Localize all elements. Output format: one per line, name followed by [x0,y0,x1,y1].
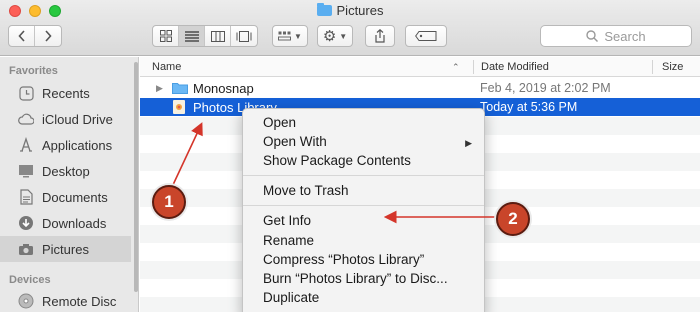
sort-chevron-icon: ⌃ [452,62,460,72]
column-header: Name ⌃ Date Modified Size [140,57,700,77]
menu-item-compress[interactable]: Compress “Photos Library” [263,252,424,267]
sidebar-item-label: Documents [42,189,108,205]
column-view-button[interactable] [205,26,231,46]
gallery-view-button[interactable] [231,26,257,46]
action-menu-button[interactable]: ⚙ ▼ [317,25,353,47]
menu-item-open[interactable]: Open [263,115,296,130]
menu-item-move-to-trash[interactable]: Move to Trash [263,183,349,198]
sidebar-item-label: Downloads [42,215,107,231]
view-mode-switch [152,25,258,47]
folder-icon [316,3,332,16]
nav-buttons [8,25,62,47]
file-date: Feb 4, 2019 at 2:02 PM [480,81,611,95]
devices-header: Devices [9,274,51,286]
chevron-left-icon [17,30,25,42]
column-divider [473,60,474,74]
sidebar-scrollbar[interactable] [134,62,138,292]
group-by-button[interactable]: ▼ [272,25,308,47]
sidebar-item-pictures[interactable]: Pictures [0,236,131,262]
file-date: Today at 5:36 PM [480,100,578,114]
menu-separator [243,175,484,176]
desktop-icon [18,163,34,179]
sidebar-item-recents[interactable]: Recents [0,80,131,106]
photos-library-icon [172,99,186,118]
chevron-down-icon: ▼ [294,31,302,41]
tag-icon [415,31,437,41]
gear-icon: ⚙ [322,28,337,45]
grid-icon [159,30,172,42]
camera-icon [18,241,34,257]
sidebar-item-label: Applications [42,137,113,153]
share-button[interactable] [365,25,395,47]
sidebar-item-applications[interactable]: Applications [0,132,131,158]
annotation-badge-1: 1 [152,185,186,219]
menu-item-show-package-contents[interactable]: Show Package Contents [263,153,411,168]
sidebar-item-documents[interactable]: Documents [0,184,131,210]
menu-item-burn-to-disc[interactable]: Burn “Photos Library” to Disc... [263,271,448,286]
sidebar-item-label: Recents [42,85,90,101]
folder-icon [172,81,188,97]
submenu-arrow-icon: ▶ [465,138,472,148]
search-placeholder: Search [604,28,646,44]
cloud-icon [18,111,34,127]
column-size-header[interactable]: Size [662,61,683,73]
chevron-right-icon [45,30,52,42]
group-grid-icon [278,31,292,41]
search-field[interactable]: Search [540,25,692,47]
clock-icon [18,85,34,101]
sidebar-item-label: Desktop [42,163,90,179]
icon-view-button[interactable] [153,26,179,46]
sidebar-item-icloud-drive[interactable]: iCloud Drive [0,106,131,132]
favorites-header: Favorites [9,65,58,77]
sidebar: Favorites Recents iCloud Drive Applicati… [0,57,139,312]
disclosure-triangle-icon[interactable]: ▶ [156,83,163,94]
gallery-icon [236,30,252,42]
columns-icon [210,30,225,42]
column-divider [652,60,653,74]
menu-item-rename[interactable]: Rename [263,233,314,248]
applications-icon [18,137,34,153]
sidebar-item-remote-disc[interactable]: Remote Disc [0,288,131,312]
sidebar-item-desktop[interactable]: Desktop [0,158,131,184]
forward-button[interactable] [35,26,61,46]
document-icon [18,189,34,205]
disc-icon [18,293,34,309]
file-name: Monosnap [193,80,254,96]
window-titlebar: Pictures ▼ ⚙ ▼ Search [0,0,700,56]
menu-item-open-with[interactable]: Open With [263,134,463,149]
chevron-down-icon: ▼ [339,31,348,41]
back-button[interactable] [9,26,35,46]
menu-item-duplicate[interactable]: Duplicate [263,290,319,305]
list-icon [184,30,199,42]
menu-item-get-info[interactable]: Get Info [263,213,311,228]
table-row[interactable]: ▶ Monosnap Feb 4, 2019 at 2:02 PM [140,79,700,97]
sidebar-item-label: Pictures [42,241,89,257]
menu-item-label: Open With [263,134,327,149]
column-date-header[interactable]: Date Modified [481,61,549,73]
tags-button[interactable] [405,25,447,47]
menu-separator [243,205,484,206]
column-name-header[interactable]: Name [152,61,181,73]
window-title-text: Pictures [336,3,384,18]
context-menu: Open Open With ▶ Show Package Contents M… [242,108,485,312]
download-icon [18,215,34,231]
sidebar-item-label: Remote Disc [42,293,117,309]
window-title: Pictures [0,3,700,18]
search-icon [586,30,599,42]
sidebar-item-downloads[interactable]: Downloads [0,210,131,236]
list-view-button[interactable] [179,26,205,46]
share-icon [375,29,385,43]
annotation-badge-2: 2 [496,202,530,236]
sidebar-item-label: iCloud Drive [42,111,113,127]
